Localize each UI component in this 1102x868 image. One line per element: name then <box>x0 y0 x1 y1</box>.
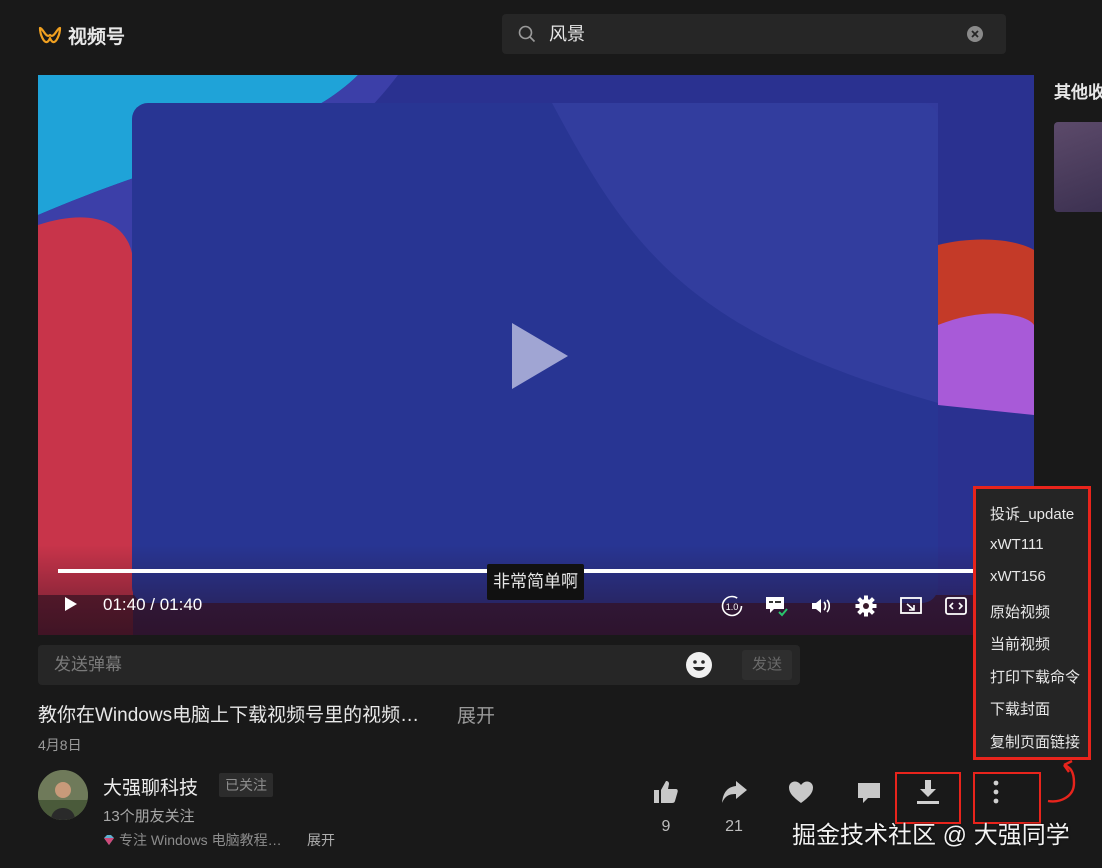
share-icon <box>722 781 747 803</box>
logo-icon <box>38 26 62 44</box>
menu-item-xwt111[interactable]: xWT111 <box>990 536 1044 553</box>
video-title: 教你在Windows电脑上下载视频号里的视频… <box>38 705 420 726</box>
settings-icon[interactable] <box>854 594 878 618</box>
menu-item-copy-page-link[interactable]: 复制页面链接 <box>990 731 1080 752</box>
volume-icon[interactable] <box>809 594 833 618</box>
sidebar-title: 其他收 <box>1054 83 1102 102</box>
app-logo[interactable]: 视频号 <box>38 22 125 48</box>
search-bar[interactable]: 风景 <box>502 14 1006 54</box>
search-icon <box>518 25 536 43</box>
menu-item-print-download-command[interactable]: 打印下载命令 <box>990 666 1080 687</box>
sidebar-video-thumbnail[interactable] <box>1054 122 1102 212</box>
favorite-button[interactable] <box>781 778 821 811</box>
comment-button[interactable] <box>849 778 889 811</box>
play-button-icon[interactable] <box>508 321 570 391</box>
video-player[interactable]: 非常简单啊 01:40 / 01:40 1.0 <box>38 75 1034 635</box>
follow-status-badge[interactable]: 已关注 <box>219 773 273 797</box>
speed-label: 1.0 <box>726 602 739 612</box>
annotation-arrow <box>1047 759 1076 803</box>
title-expand-link[interactable]: 展开 <box>457 701 495 728</box>
speed-icon[interactable]: 1.0 <box>720 594 744 618</box>
menu-item-original-video[interactable]: 原始视频 <box>990 601 1050 622</box>
danmaku-bar: 发送弹幕 发送 <box>38 645 800 685</box>
share-count: 21 <box>725 818 743 835</box>
emoji-icon[interactable] <box>686 652 712 678</box>
diamond-icon <box>104 835 114 845</box>
pip-icon[interactable] <box>899 594 923 618</box>
more-options-menu: 投诉_update xWT111 xWT156 原始视频 当前视频 打印下载命令… <box>973 486 1091 760</box>
menu-item-report[interactable]: 投诉_update <box>990 503 1074 524</box>
app-name: 视频号 <box>68 26 126 48</box>
menu-item-current-video[interactable]: 当前视频 <box>990 633 1050 654</box>
avatar[interactable] <box>38 770 88 820</box>
share-button[interactable] <box>714 778 754 811</box>
time-display: 01:40 / 01:40 <box>103 595 203 614</box>
search-input[interactable]: 风景 <box>549 14 585 54</box>
like-button[interactable] <box>646 778 686 811</box>
play-icon[interactable] <box>64 596 78 612</box>
more-vertical-icon <box>993 780 999 804</box>
like-count: 9 <box>661 818 671 835</box>
publish-date: 4月8日 <box>38 737 82 753</box>
download-icon <box>917 780 939 804</box>
author-bio: 专注 Windows 电脑教程… <box>103 830 282 850</box>
thumbs-up-icon <box>654 781 678 803</box>
author-bio-text: 专注 Windows 电脑教程… <box>119 832 282 848</box>
author-name[interactable]: 大强聊科技 <box>103 773 198 800</box>
danmaku-input[interactable]: 发送弹幕 <box>54 645 122 685</box>
friends-following: 13个朋友关注 <box>103 808 195 825</box>
comment-icon <box>858 783 880 803</box>
clear-icon[interactable] <box>967 26 983 42</box>
download-button[interactable] <box>908 778 948 811</box>
menu-item-download-cover[interactable]: 下载封面 <box>990 698 1050 719</box>
heart-icon <box>789 781 813 803</box>
bio-expand-link[interactable]: 展开 <box>307 830 335 850</box>
watermark: 掘金技术社区 @ 大强同学 <box>792 822 1070 849</box>
danmaku-toggle-icon[interactable] <box>764 594 788 618</box>
fullscreen-icon[interactable] <box>944 594 968 618</box>
more-button[interactable] <box>976 778 1016 811</box>
subtitle: 非常简单啊 <box>487 564 584 600</box>
send-danmaku-button[interactable]: 发送 <box>742 650 792 680</box>
menu-item-xwt156[interactable]: xWT156 <box>990 568 1046 585</box>
